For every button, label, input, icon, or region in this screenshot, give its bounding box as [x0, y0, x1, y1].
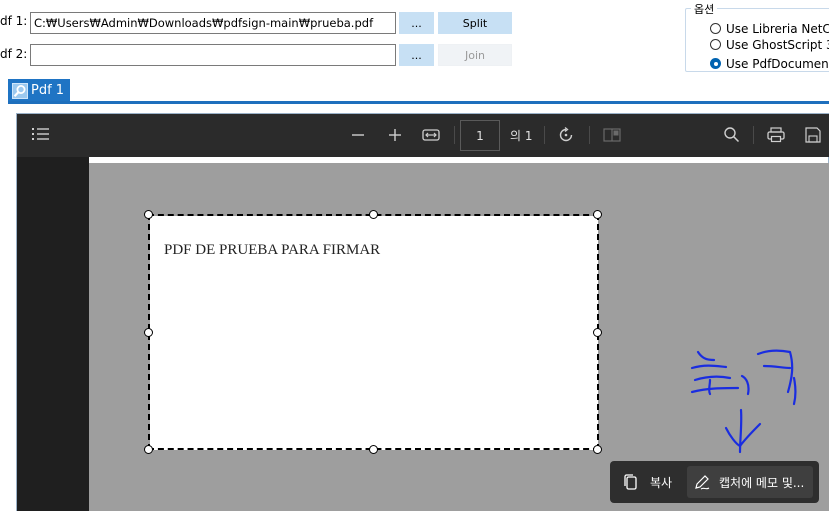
selection-context-menu: 복사 캡처에 메모 및...	[610, 461, 819, 503]
toolbar-separator	[544, 126, 545, 144]
search-icon[interactable]	[723, 126, 740, 146]
fit-width-icon[interactable]	[422, 127, 440, 146]
print-icon[interactable]	[767, 127, 785, 146]
resize-handle-left[interactable]	[144, 328, 153, 337]
resize-handle-top-left[interactable]	[144, 210, 153, 219]
copy-menu-item[interactable]: 복사	[616, 466, 680, 498]
tab-strip-line	[8, 101, 829, 104]
zoom-out-icon[interactable]	[351, 127, 365, 146]
radio-label: Use GhostScript 32	[726, 37, 829, 52]
magnifier-icon	[12, 82, 28, 99]
toolbar-separator	[753, 126, 754, 144]
pdf1-label: df 1:	[0, 14, 28, 28]
tab-label: Pdf 1	[31, 83, 65, 98]
copy-label: 복사	[650, 475, 673, 490]
radio-label: Use PdfDocument 2	[726, 56, 829, 71]
annotate-capture-menu-item[interactable]: 캡처에 메모 및...	[687, 466, 813, 498]
split-button[interactable]: Split	[438, 12, 512, 34]
handwritten-ink-annotation	[690, 349, 797, 454]
viewer-toolbar: 1 의 1	[17, 114, 829, 157]
rotate-icon[interactable]	[557, 126, 575, 147]
options-group-title: 옵션	[691, 1, 718, 17]
radio-circle[interactable]	[710, 23, 721, 34]
radio-circle-selected[interactable]	[710, 58, 721, 69]
annotate-label: 캡처에 메모 및...	[719, 475, 805, 490]
pdf2-label: df 2:	[0, 47, 28, 61]
copy-icon	[624, 473, 638, 491]
toolbar-separator	[589, 126, 590, 144]
page-total: 의 1	[510, 129, 533, 143]
pdf1-path-field[interactable]: C:₩Users₩Admin₩Downloads₩pdfsign-main₩pr…	[30, 12, 396, 34]
pen-icon	[693, 473, 711, 491]
resize-handle-top-right[interactable]	[593, 210, 602, 219]
browse-pdf2-button[interactable]: ...	[399, 44, 434, 66]
page-number-input[interactable]: 1	[460, 120, 500, 151]
radio-option-netcore[interactable]: Use Libreria NetCore	[710, 20, 829, 37]
tab-pdf1[interactable]: Pdf 1	[8, 79, 70, 102]
join-button[interactable]: Join	[438, 44, 512, 66]
page-view-icon[interactable]	[603, 127, 621, 146]
selection-rectangle[interactable]	[148, 214, 599, 450]
resize-handle-bottom-right[interactable]	[593, 445, 602, 454]
browse-pdf1-button[interactable]: ...	[399, 12, 434, 34]
resize-handle-top[interactable]	[369, 210, 378, 219]
radio-option-ghostscript[interactable]: Use GhostScript 32	[710, 36, 829, 53]
pdf2-path-field[interactable]	[30, 44, 396, 66]
radio-label: Use Libreria NetCore	[726, 21, 829, 36]
thumbnail-sidebar	[17, 157, 89, 511]
toolbar-separator	[454, 126, 455, 144]
contents-list-icon[interactable]	[32, 127, 50, 144]
resize-handle-right[interactable]	[593, 328, 602, 337]
radio-option-pdfdocument[interactable]: Use PdfDocument 2	[710, 55, 829, 72]
resize-handle-bottom[interactable]	[369, 445, 378, 454]
radio-circle[interactable]	[710, 39, 721, 50]
save-icon[interactable]	[805, 127, 821, 146]
resize-handle-bottom-left[interactable]	[144, 445, 153, 454]
zoom-in-icon[interactable]	[388, 127, 402, 146]
